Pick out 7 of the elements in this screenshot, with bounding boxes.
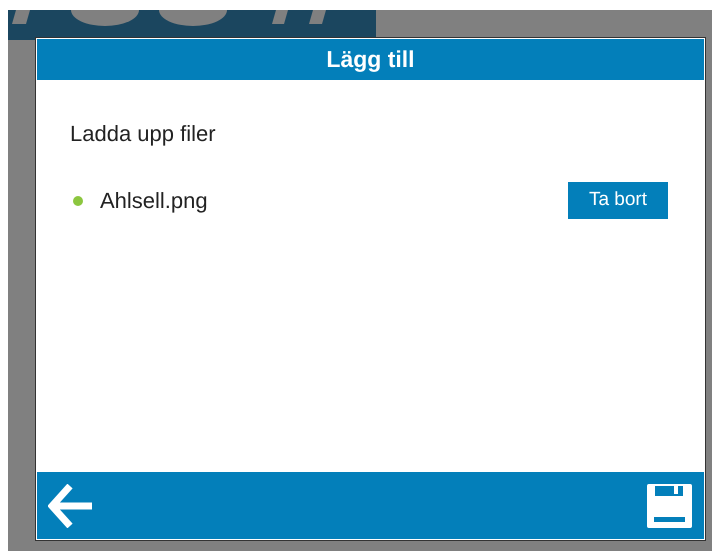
save-icon <box>646 484 692 528</box>
dialog-title: Lägg till <box>326 45 415 74</box>
file-name: Ahlsell.png <box>100 187 208 215</box>
remove-button[interactable]: Ta bort <box>568 182 668 219</box>
back-arrow-icon <box>48 484 94 528</box>
back-button[interactable] <box>47 482 95 530</box>
section-label: Ladda upp filer <box>70 120 217 148</box>
